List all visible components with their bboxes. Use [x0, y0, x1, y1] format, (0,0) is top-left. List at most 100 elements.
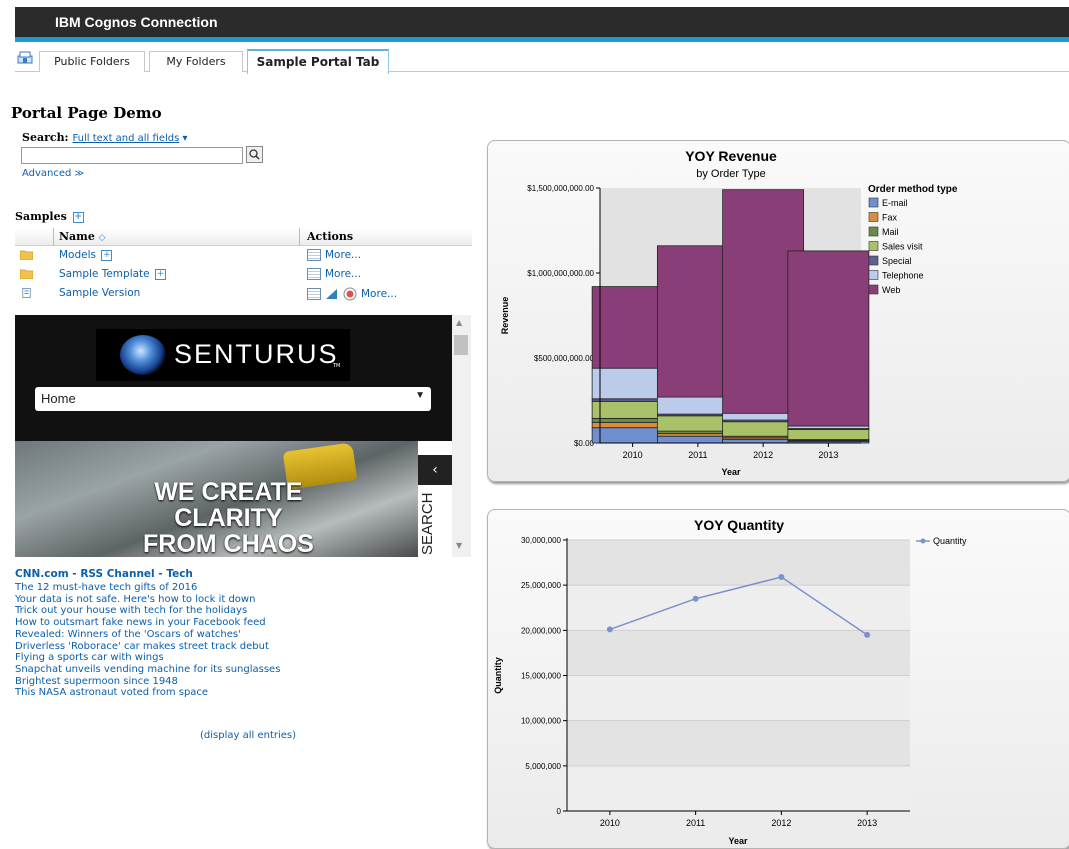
grid-band [567, 540, 910, 586]
dropdown-arrow-icon: ▼ [415, 390, 425, 401]
search-button[interactable] [246, 146, 263, 163]
row-link-models[interactable]: Models + [59, 249, 113, 261]
row-link-sample-template[interactable]: Sample Template + [59, 268, 166, 280]
site-nav-select[interactable]: Home ▼ [35, 387, 431, 411]
search-scope-link[interactable]: Full text and all fields [72, 133, 179, 144]
hero-tagline: WE CREATE CLARITY FROM CHAOS [143, 479, 314, 557]
rss-item[interactable]: How to outsmart fake news in your Facebo… [15, 617, 280, 629]
add-to-portal-icon[interactable]: + [101, 249, 113, 261]
chart-title: YOY Quantity [694, 517, 784, 533]
report-icon [22, 288, 31, 298]
folder-icon [20, 250, 33, 260]
run-with-options-icon[interactable] [343, 287, 357, 301]
scroll-up-icon[interactable]: ▲ [456, 318, 462, 327]
page-title: Portal Page Demo [11, 104, 162, 122]
magnifier-icon [249, 149, 260, 160]
advanced-label: Advanced [22, 168, 72, 179]
rss-item[interactable]: Revealed: Winners of the 'Oscars of watc… [15, 629, 280, 641]
legend-marker [920, 538, 926, 544]
samples-table-header: Name ◇ Actions [15, 228, 472, 246]
hero-image: WE CREATE CLARITY FROM CHAOS [15, 441, 418, 557]
advanced-search-link[interactable]: Advanced ≫ [22, 168, 84, 179]
y-tick-label: 20,000,000 [521, 626, 562, 635]
properties-icon[interactable] [307, 288, 321, 300]
sort-icon[interactable]: ◇ [99, 233, 106, 243]
y-tick-label: 15,000,000 [521, 672, 562, 681]
rss-item[interactable]: Snapchat unveils vending machine for its… [15, 664, 280, 676]
add-to-portal-icon[interactable]: + [154, 268, 166, 280]
grid-band [567, 720, 910, 766]
grid-band [567, 675, 910, 721]
chart-subtitle: by Order Type [696, 168, 766, 180]
double-chevron-down-icon: ≫ [74, 169, 85, 179]
portal-home-icon[interactable] [17, 51, 33, 64]
more-link[interactable]: More... [325, 249, 361, 261]
row-actions: More... [307, 287, 397, 301]
bar-segment [787, 428, 870, 440]
column-header-actions: Actions [307, 230, 354, 243]
data-point [692, 595, 699, 602]
rss-item[interactable]: Driverless 'Roborace' car makes street t… [15, 641, 280, 653]
site-nav-selected: Home [41, 391, 76, 406]
rss-item[interactable]: Flying a sports car with wings [15, 652, 280, 664]
y-tick-label: $500,000,000.00 [534, 354, 595, 363]
legend-swatch [868, 255, 879, 266]
more-link[interactable]: More... [361, 288, 397, 300]
x-tick-label: 2010 [623, 450, 643, 460]
folder-icon [20, 269, 33, 279]
legend-swatch [868, 241, 879, 251]
rss-channel-title[interactable]: CNN.com - RSS Channel - Tech [15, 568, 193, 580]
more-link[interactable]: More... [325, 268, 361, 280]
hero-line: CLARITY [174, 504, 283, 532]
quantity-chart-panel: YOY Quantity 0 5,000,000 10,000,000 15,000,0… [487, 509, 1069, 849]
scroll-down-icon[interactable]: ▼ [456, 541, 462, 550]
chevron-left-icon[interactable]: ‹ [418, 455, 452, 485]
side-search-label[interactable]: SEARCH [419, 492, 449, 555]
edit-report-icon[interactable] [325, 288, 339, 300]
properties-icon[interactable] [307, 249, 321, 261]
y-tick-label: 25,000,000 [521, 581, 562, 590]
frame-scrollbar[interactable]: ▲ ▼ [452, 315, 471, 557]
logo-trademark: TM [333, 363, 341, 369]
rss-item[interactable]: The 12 must-have tech gifts of 2016 [15, 582, 280, 594]
y-tick-label: 30,000,000 [521, 536, 562, 545]
chart-title: YOY Revenue [685, 148, 777, 164]
rss-item[interactable]: Your data is not safe. Here's how to loc… [15, 594, 280, 606]
rss-item[interactable]: Trick out your house with tech for the h… [15, 605, 280, 617]
tab-my-folders[interactable]: My Folders [149, 51, 243, 72]
scope-dropdown-icon[interactable]: ▾ [179, 133, 187, 144]
legend-label: Telephone [882, 271, 924, 281]
display-all-entries-link[interactable]: (display all entries) [200, 730, 296, 741]
senturus-logo[interactable]: SENTURUS TM [96, 329, 350, 381]
tab-public-folders[interactable]: Public Folders [39, 51, 145, 72]
legend-swatch [868, 226, 879, 237]
column-header-name[interactable]: Name ◇ [59, 230, 106, 243]
search-section: Search: Full text and all fields ▾ [22, 131, 188, 144]
legend-label: Fax [882, 213, 898, 223]
row-actions: More... [307, 249, 361, 261]
scrollbar-thumb[interactable] [454, 335, 468, 355]
rss-item[interactable]: This NASA astronaut voted from space [15, 687, 280, 699]
legend-swatch [868, 197, 879, 208]
table-row: Sample Version More... [15, 286, 472, 304]
x-tick-label: 2013 [818, 450, 838, 460]
data-point [606, 626, 613, 633]
revenue-chart-panel: YOY Revenue by Order Type $0.00 $500,000,00… [487, 140, 1069, 482]
x-tick-label: 2012 [771, 818, 791, 828]
hero-line: FROM CHAOS [143, 530, 314, 557]
search-input[interactable] [21, 147, 243, 164]
bar-segment [787, 250, 870, 427]
row-link-sample-version[interactable]: Sample Version [59, 287, 140, 299]
portal-tab-bar: Public Folders My Folders Sample Portal … [15, 42, 1069, 74]
rss-item[interactable]: Brightest supermoon since 1948 [15, 676, 280, 688]
quantity-chart: YOY Quantity 0 5,000,000 10,000,000 15,000,0… [493, 517, 967, 846]
tab-sample-portal[interactable]: Sample Portal Tab [247, 49, 389, 74]
data-point [778, 574, 785, 581]
legend-swatch [868, 212, 879, 222]
add-to-portal-icon[interactable]: + [72, 211, 84, 223]
properties-icon[interactable] [307, 268, 321, 280]
grid-band [567, 630, 910, 676]
x-tick-label: 2011 [688, 450, 707, 460]
embedded-website-frame[interactable]: SENTURUS TM Home ▼ WE CREATE CLARITY FRO… [15, 315, 471, 557]
samples-section-title: Samples + [15, 210, 84, 223]
